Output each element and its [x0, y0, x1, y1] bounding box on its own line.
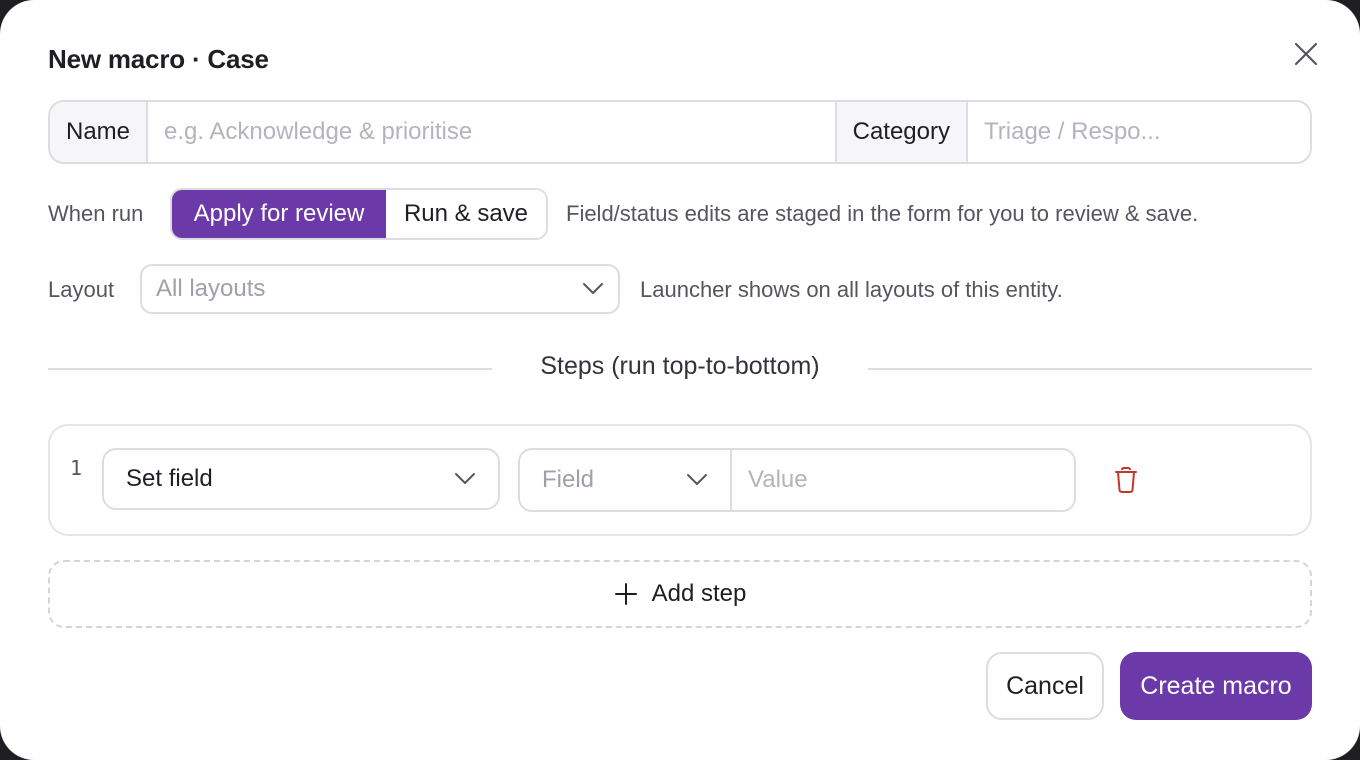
- divider: [48, 368, 492, 370]
- when-run-label: When run: [48, 201, 144, 226]
- category-input[interactable]: [968, 102, 1310, 162]
- dialog-title: New macro · Case: [48, 44, 269, 74]
- chevron-down-icon: [583, 283, 603, 294]
- name-input[interactable]: [148, 102, 835, 162]
- create-macro-button[interactable]: Create macro: [1120, 652, 1312, 720]
- when-run-hint: Field/status edits are staged in the for…: [566, 201, 1199, 226]
- layout-select-value: All layouts: [156, 275, 266, 302]
- category-label: Category: [834, 102, 968, 162]
- step-number: 1: [70, 456, 83, 480]
- layout-hint: Launcher shows on all layouts of this en…: [640, 277, 1063, 302]
- step-field-value-group: Field: [518, 448, 1076, 512]
- chevron-down-icon: [455, 473, 475, 484]
- name-category-row: Name Category: [48, 100, 1312, 164]
- close-icon: [1294, 42, 1318, 66]
- step-value-input[interactable]: [732, 450, 1074, 510]
- close-button[interactable]: [1290, 38, 1322, 70]
- add-step-label: Add step: [651, 580, 747, 607]
- chevron-down-icon: [687, 474, 707, 485]
- add-step-button[interactable]: Add step: [48, 560, 1312, 628]
- step-field-placeholder: Field: [542, 466, 595, 493]
- step-card: 1 Set field Field: [48, 424, 1312, 536]
- layout-select[interactable]: All layouts: [140, 264, 620, 314]
- delete-step-button[interactable]: [1114, 466, 1138, 494]
- step-field-select[interactable]: Field: [520, 450, 732, 510]
- run-and-save-option[interactable]: Run & save: [386, 190, 546, 238]
- trash-icon: [1115, 467, 1137, 493]
- divider: [868, 368, 1312, 370]
- plus-icon: [614, 583, 637, 605]
- step-action-value: Set field: [126, 465, 213, 492]
- when-run-segmented-control: Apply for review Run & save: [170, 188, 548, 240]
- cancel-button[interactable]: Cancel: [986, 652, 1104, 720]
- name-label: Name: [50, 102, 149, 162]
- steps-heading: Steps (run top-to-bottom): [540, 352, 820, 380]
- new-macro-dialog: New macro · Case Name Category When run …: [0, 0, 1360, 760]
- layout-label: Layout: [48, 277, 115, 302]
- step-action-select[interactable]: Set field: [102, 448, 500, 510]
- apply-for-review-option[interactable]: Apply for review: [172, 190, 386, 238]
